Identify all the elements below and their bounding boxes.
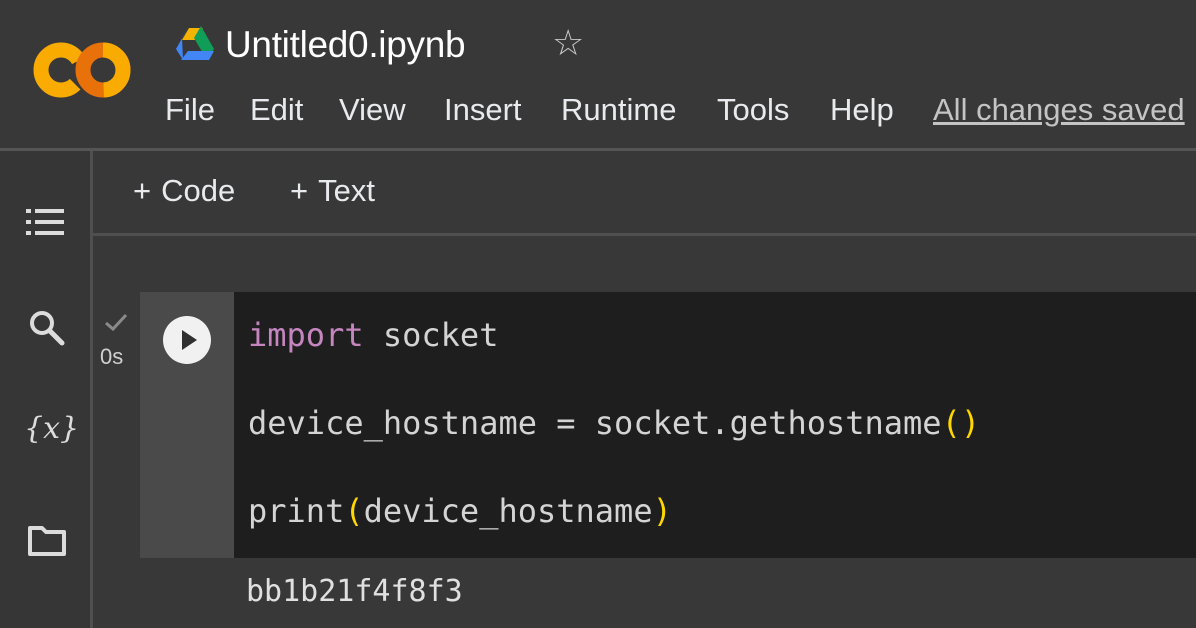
- print-argument: device_hostname: [363, 492, 653, 530]
- left-sidebar: {x}: [0, 151, 93, 628]
- print-function: print: [248, 492, 345, 530]
- add-text-label: Text: [318, 173, 375, 208]
- plus-icon: +: [290, 173, 309, 208]
- menu-tools[interactable]: Tools: [717, 92, 789, 128]
- code-line-2: device_hostname = socket.gethostname(): [248, 404, 980, 442]
- google-drive-icon[interactable]: [176, 26, 216, 62]
- execution-time: 0s: [100, 344, 124, 369]
- variables-icon[interactable]: {x}: [24, 411, 79, 446]
- menu-view[interactable]: View: [339, 92, 406, 128]
- app-header: Untitled0.ipynb ☆ File Edit View Insert …: [0, 0, 1196, 150]
- menu-runtime[interactable]: Runtime: [561, 92, 676, 128]
- add-code-label: Code: [161, 173, 236, 208]
- add-code-cell-button[interactable]: + Code: [133, 173, 235, 209]
- code-editor[interactable]: import socket device_hostname = socket.g…: [234, 292, 1196, 558]
- star-icon[interactable]: ☆: [552, 26, 584, 62]
- colab-logo[interactable]: [30, 38, 134, 102]
- notebook-title[interactable]: Untitled0.ipynb: [225, 24, 466, 66]
- play-icon: [182, 330, 197, 350]
- save-status-link[interactable]: All changes saved: [933, 92, 1185, 128]
- close-paren: ): [652, 492, 672, 530]
- add-text-cell-button[interactable]: + Text: [290, 173, 375, 209]
- code-line-1: import socket: [248, 316, 498, 354]
- execution-check-icon: [105, 313, 128, 332]
- menu-insert[interactable]: Insert: [444, 92, 522, 128]
- menu-help[interactable]: Help: [830, 92, 894, 128]
- notebook-toolbar: + Code + Text: [93, 151, 1196, 233]
- plus-icon: +: [133, 173, 152, 208]
- cell-output-text: bb1b21f4f8f3: [246, 574, 463, 609]
- menu-edit[interactable]: Edit: [250, 92, 303, 128]
- open-paren: (: [344, 492, 364, 530]
- run-cell-button[interactable]: [163, 316, 211, 364]
- assignment-expression: device_hostname = socket.gethostname: [248, 404, 942, 442]
- search-icon[interactable]: [28, 309, 66, 347]
- table-of-contents-icon[interactable]: [24, 205, 66, 239]
- code-line-3: print(device_hostname): [248, 492, 672, 530]
- call-parens: (): [941, 404, 981, 442]
- module-name: socket: [382, 316, 499, 354]
- menu-file[interactable]: File: [165, 92, 215, 128]
- keyword-import: import: [248, 316, 364, 354]
- files-folder-icon[interactable]: [27, 523, 67, 557]
